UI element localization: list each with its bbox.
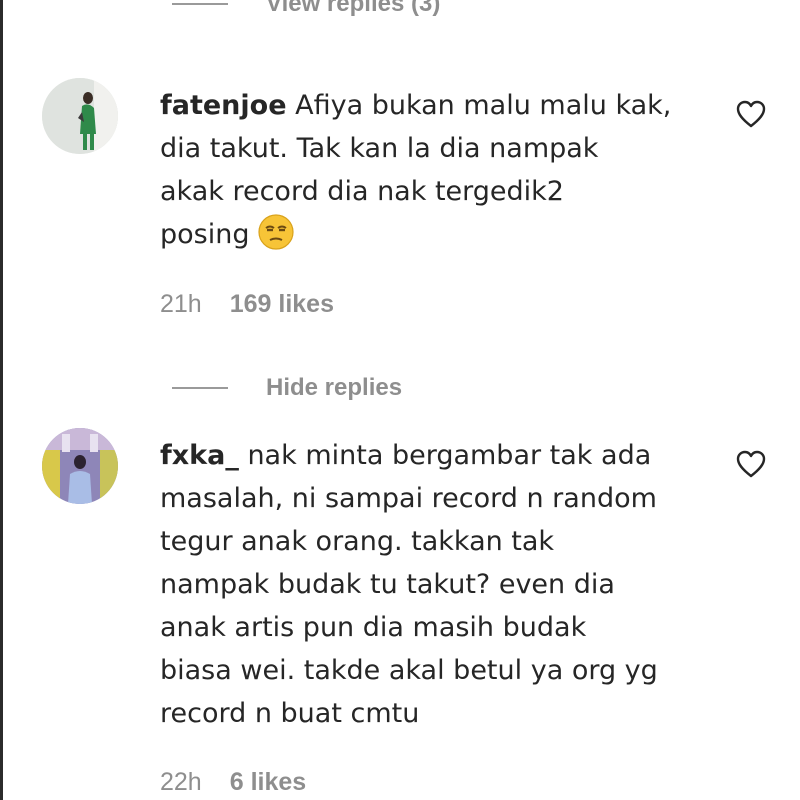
avatar[interactable]	[42, 428, 118, 504]
view-replies-toggle[interactable]: View replies (3)	[172, 0, 440, 18]
comment-line: biasa wei. takde akal betul ya org yg	[160, 655, 658, 686]
comment-line: anak artis pun dia masih budak	[160, 612, 587, 643]
replies-divider-line	[172, 3, 228, 5]
view-replies-label: View replies (3)	[266, 0, 441, 17]
like-heart-icon[interactable]	[736, 100, 766, 128]
comment-line: dia takut. Tak kan la dia nampak	[160, 133, 599, 164]
replies-divider-line	[172, 387, 228, 389]
hide-replies-label: Hide replies	[266, 374, 403, 401]
comment-line: Afiya bukan malu malu kak,	[295, 90, 672, 121]
comment-line: record n buat cmtu	[160, 698, 420, 729]
window-edge	[0, 0, 3, 800]
timestamp: 22h	[160, 768, 202, 796]
comments-panel: View replies (3) fatenjoe Afiya bukan ma…	[0, 0, 800, 800]
comment-line: nak minta bergambar tak ada	[247, 440, 652, 471]
likes-count[interactable]: 6 likes	[230, 768, 306, 797]
comment-line: posing	[160, 219, 250, 250]
unamused-face-icon	[258, 214, 295, 250]
comment-meta: 21h 169 likes	[160, 290, 334, 319]
comment-text: fxka_ nak minta bergambar tak ada masala…	[160, 434, 720, 735]
hide-replies-toggle[interactable]: Hide replies	[172, 374, 402, 402]
avatar[interactable]	[42, 78, 118, 154]
like-heart-icon[interactable]	[736, 450, 766, 478]
comment-line: akak record dia nak tergedik2	[160, 176, 564, 207]
timestamp: 21h	[160, 290, 202, 318]
likes-count[interactable]: 169 likes	[230, 290, 334, 319]
username[interactable]: fatenjoe	[160, 90, 287, 121]
comment-line: masalah, ni sampai record n random	[160, 483, 657, 514]
comment-line: tegur anak orang. takkan tak	[160, 526, 555, 557]
comment-meta: 22h 6 likes	[160, 768, 306, 797]
username[interactable]: fxka_	[160, 440, 239, 471]
comment-line: nampak budak tu takut? even dia	[160, 569, 615, 600]
comment-text: fatenjoe Afiya bukan malu malu kak, dia …	[160, 84, 720, 256]
